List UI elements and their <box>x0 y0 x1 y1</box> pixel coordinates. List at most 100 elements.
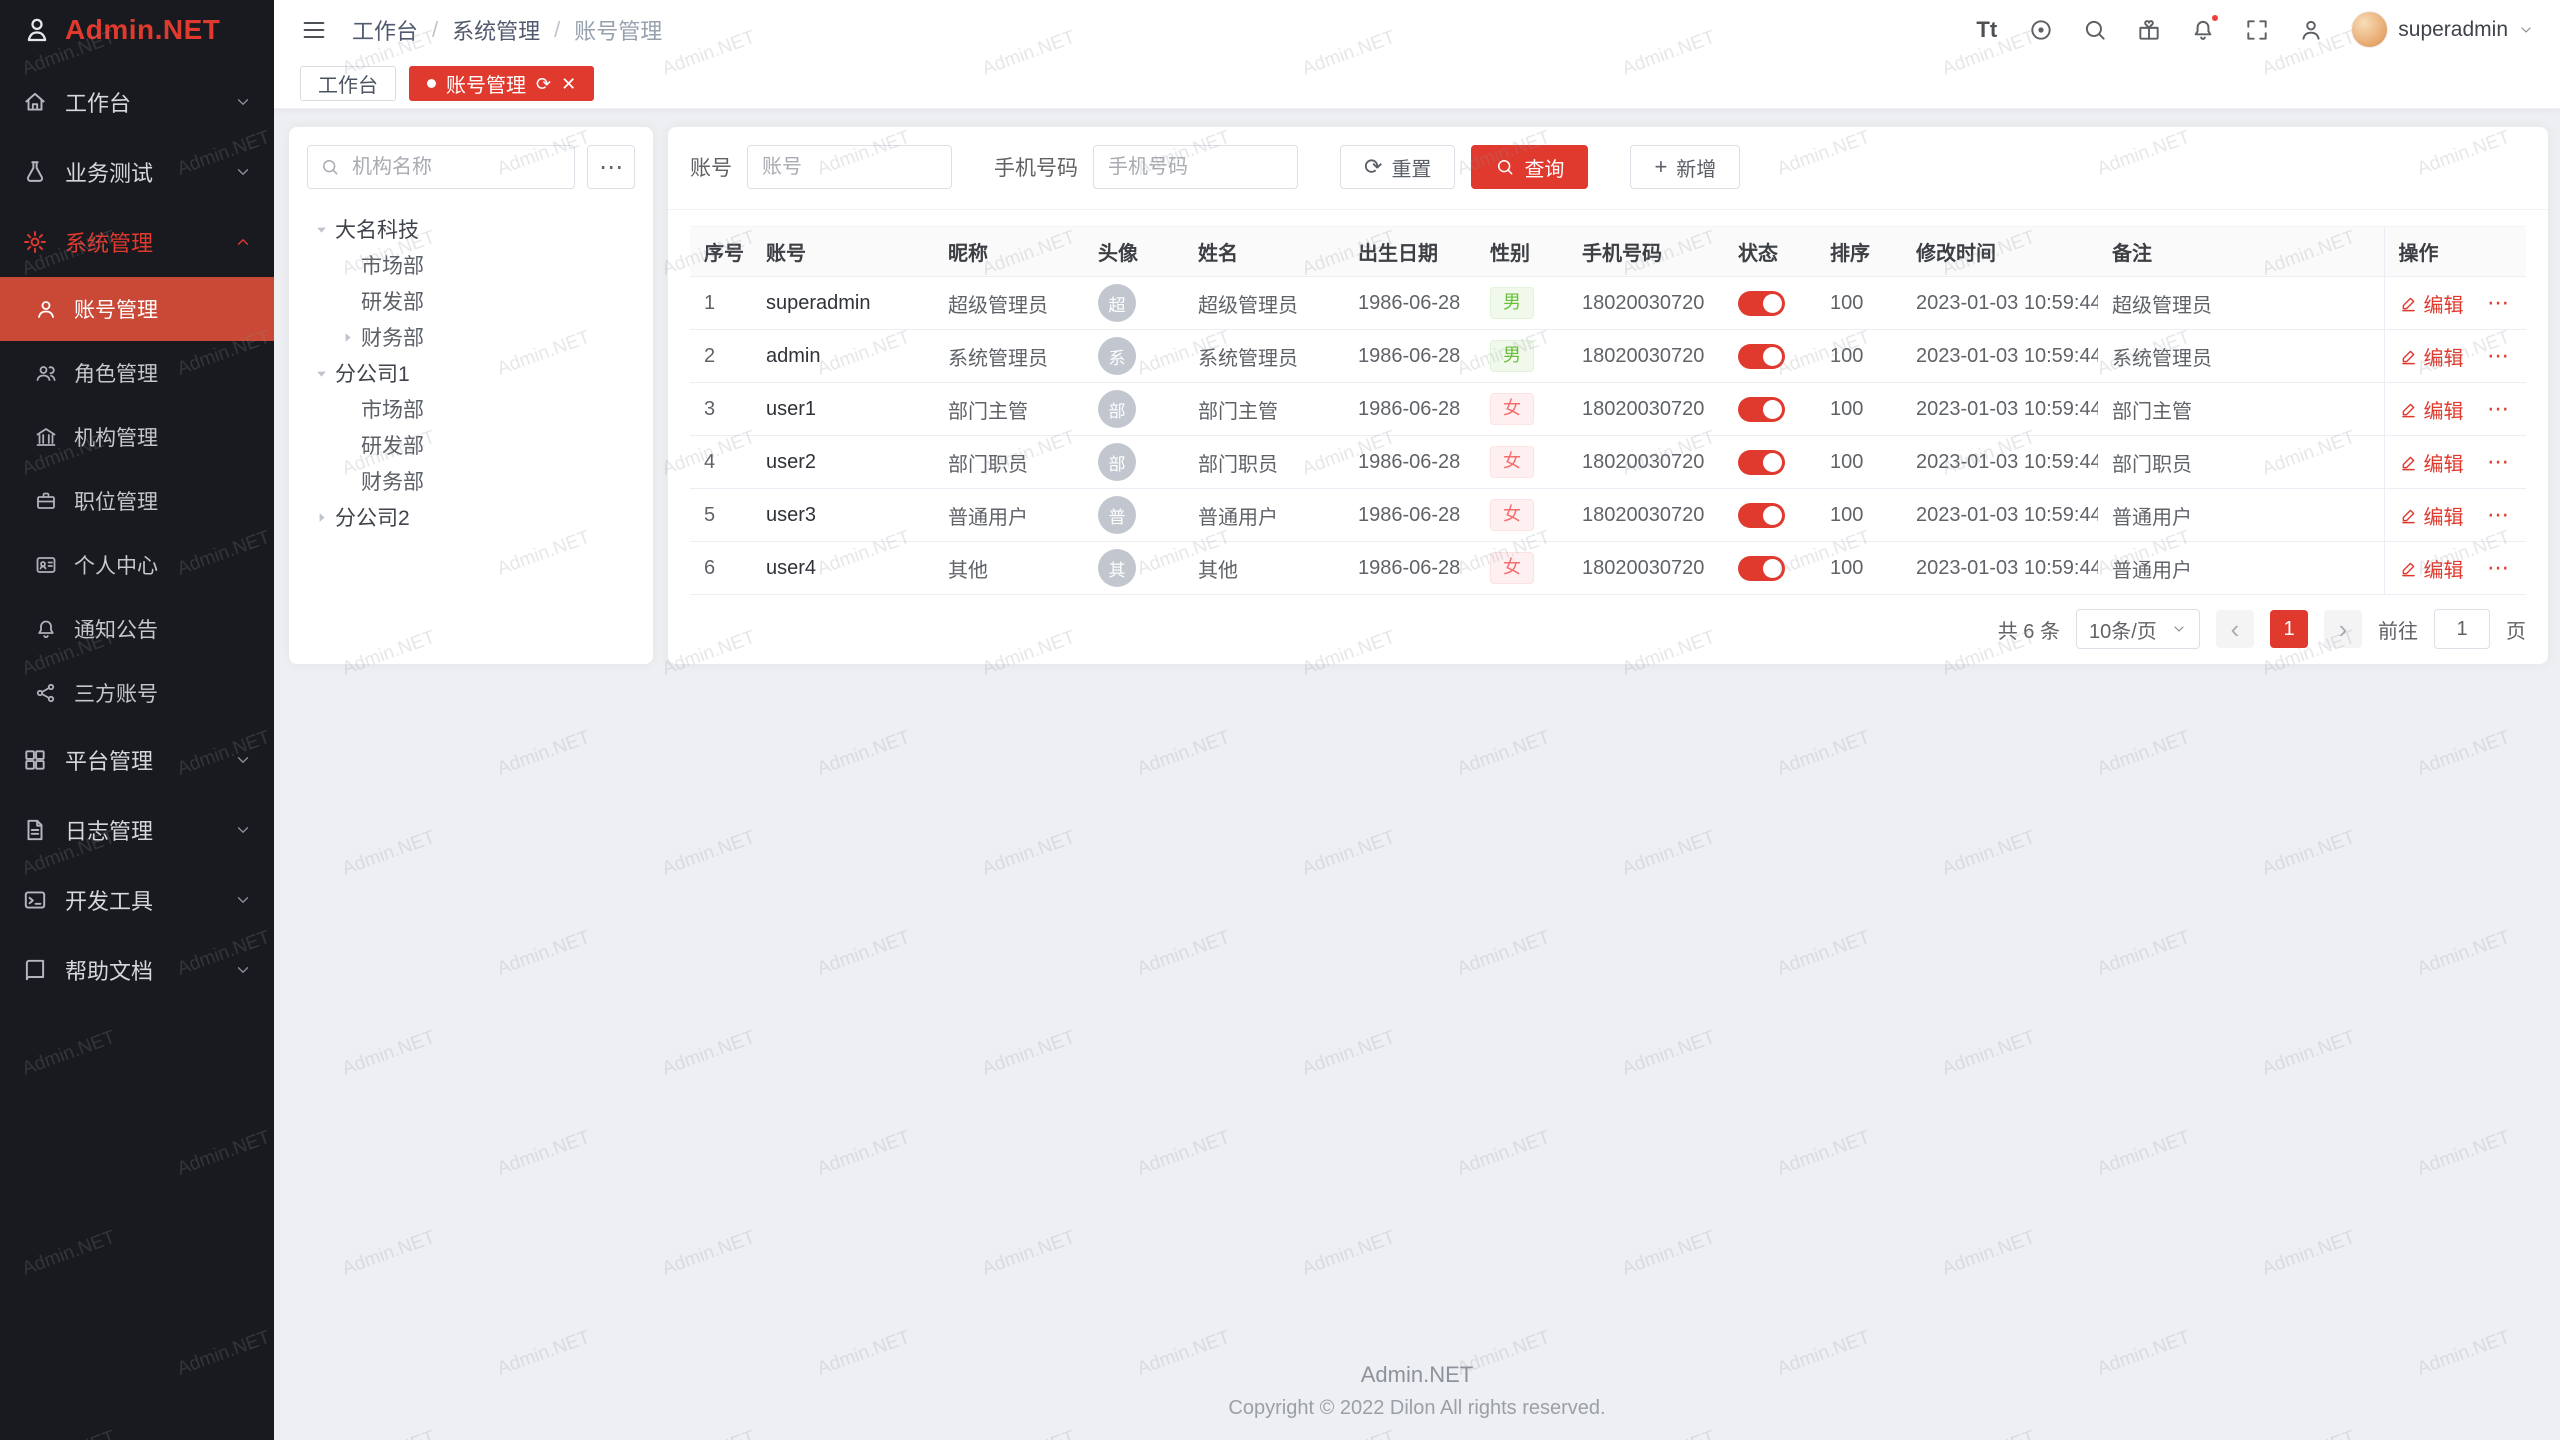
status-toggle[interactable] <box>1738 397 1785 422</box>
edit-button[interactable]: 编辑 <box>2399 395 2464 424</box>
cell-order: 100 <box>1816 436 1902 489</box>
caret-icon[interactable] <box>307 503 335 531</box>
more-actions-button[interactable]: ⋯ <box>2487 449 2511 474</box>
status-toggle[interactable] <box>1738 556 1785 581</box>
avatar: 其 <box>1098 549 1136 587</box>
sidebar-menu: 工作台 业务测试 系统管理 账号管 <box>0 59 274 1440</box>
tree-node[interactable]: 市场部 <box>307 391 635 427</box>
sidebar-item-system[interactable]: 系统管理 <box>0 207 274 277</box>
search-icon <box>1495 157 1515 177</box>
breadcrumb-item[interactable]: 工作台 <box>352 14 418 46</box>
cell-actions: 编辑 ⋯ <box>2384 436 2526 489</box>
edit-button[interactable]: 编辑 <box>2399 501 2464 530</box>
reset-button[interactable]: ⟳ 重置 <box>1340 145 1455 189</box>
toggle-knob <box>1763 294 1782 313</box>
refresh-icon[interactable]: ⟳ <box>536 75 551 93</box>
sidebar-item-business-test[interactable]: 业务测试 <box>0 137 274 207</box>
logo[interactable]: Admin.NET <box>0 0 274 59</box>
more-actions-button[interactable]: ⋯ <box>2487 343 2511 368</box>
breadcrumb-item[interactable]: 系统管理 <box>452 14 540 46</box>
more-actions-button[interactable]: ⋯ <box>2487 502 2511 527</box>
org-more-button[interactable]: ⋯ <box>587 145 635 189</box>
status-toggle[interactable] <box>1738 344 1785 369</box>
chevron-down-icon <box>234 751 252 769</box>
tree-node[interactable]: 分公司2 <box>307 499 635 535</box>
user-menu[interactable]: superadmin <box>2351 11 2534 48</box>
tree-node[interactable]: 大名科技 <box>307 211 635 247</box>
next-page-button[interactable]: › <box>2324 610 2362 648</box>
phone-filter-input[interactable] <box>1093 145 1298 189</box>
search-button[interactable]: 查询 <box>1471 145 1588 189</box>
sidebar-item-label: 系统管理 <box>65 226 234 258</box>
sidebar-item-post-mgmt[interactable]: 职位管理 <box>0 469 274 533</box>
tree-node[interactable]: 财务部 <box>307 463 635 499</box>
sidebar: Admin.NET 工作台 业务测试 系统管 <box>0 0 274 1440</box>
current-page[interactable]: 1 <box>2270 610 2308 648</box>
goto-page-input[interactable] <box>2434 609 2490 649</box>
account-filter-input[interactable] <box>747 145 952 189</box>
sidebar-item-org-mgmt[interactable]: 机构管理 <box>0 405 274 469</box>
tree-node[interactable]: 财务部 <box>307 319 635 355</box>
close-icon[interactable]: ✕ <box>561 75 576 93</box>
gift-icon[interactable] <box>2135 16 2162 43</box>
status-toggle[interactable] <box>1738 503 1785 528</box>
sidebar-item-help-docs[interactable]: 帮助文档 <box>0 935 274 1005</box>
sidebar-item-workbench[interactable]: 工作台 <box>0 67 274 137</box>
chevron-down-icon <box>2171 621 2187 637</box>
tab-workbench[interactable]: 工作台 <box>300 66 396 101</box>
more-actions-button[interactable]: ⋯ <box>2487 555 2511 580</box>
sidebar-item-profile-center[interactable]: 个人中心 <box>0 533 274 597</box>
caret-icon[interactable] <box>307 215 335 243</box>
edit-button[interactable]: 编辑 <box>2399 448 2464 477</box>
sidebar-item-platform[interactable]: 平台管理 <box>0 725 274 795</box>
more-actions-button[interactable]: ⋯ <box>2487 290 2511 315</box>
add-button[interactable]: + 新增 <box>1630 145 1740 189</box>
edit-icon <box>2399 400 2418 419</box>
sidebar-item-devtools[interactable]: 开发工具 <box>0 865 274 935</box>
gender-badge: 女 <box>1490 499 1534 531</box>
breadcrumb-separator: / <box>432 17 438 43</box>
tree-node[interactable]: 市场部 <box>307 247 635 283</box>
status-toggle[interactable] <box>1738 291 1785 316</box>
home-icon <box>22 89 48 115</box>
fullscreen-icon[interactable] <box>2243 16 2270 43</box>
font-size-icon[interactable]: Tt <box>1973 16 2000 43</box>
edit-button[interactable]: 编辑 <box>2399 342 2464 371</box>
org-search-input[interactable] <box>307 145 575 189</box>
person-icon[interactable] <box>2297 16 2324 43</box>
cell-birthday: 1986-06-28 <box>1344 542 1476 595</box>
footer-copyright: Copyright © 2022 Dilon All rights reserv… <box>274 1397 2560 1420</box>
search-icon[interactable] <box>2081 16 2108 43</box>
tabs-bar: 工作台 账号管理 ⟳ ✕ <box>274 59 2560 109</box>
page-size-select[interactable]: 10条/页 <box>2076 609 2200 649</box>
col-modify-time: 修改时间 <box>1902 227 2098 277</box>
tab-account-mgmt[interactable]: 账号管理 ⟳ ✕ <box>409 66 594 101</box>
briefcase-icon <box>34 489 58 513</box>
tree-node[interactable]: 研发部 <box>307 427 635 463</box>
tree-node[interactable]: 研发部 <box>307 283 635 319</box>
status-toggle[interactable] <box>1738 450 1785 475</box>
sidebar-item-notice[interactable]: 通知公告 <box>0 597 274 661</box>
theme-icon[interactable] <box>2027 16 2054 43</box>
edit-button[interactable]: 编辑 <box>2399 289 2464 318</box>
sidebar-item-label: 通知公告 <box>74 614 158 644</box>
sidebar-item-log[interactable]: 日志管理 <box>0 795 274 865</box>
caret-icon[interactable] <box>333 323 361 351</box>
tree-node[interactable]: 分公司1 <box>307 355 635 391</box>
cell-index: 2 <box>690 330 752 383</box>
sidebar-item-third-account[interactable]: 三方账号 <box>0 661 274 725</box>
user-icon <box>34 297 58 321</box>
hamburger-menu-icon[interactable] <box>300 16 328 44</box>
bell-icon[interactable] <box>2189 16 2216 43</box>
cell-gender: 女 <box>1476 436 1568 489</box>
cell-name: 普通用户 <box>1184 489 1344 542</box>
page-footer: Admin.NET Copyright © 2022 Dilon All rig… <box>274 1362 2560 1420</box>
prev-page-button[interactable]: ‹ <box>2216 610 2254 648</box>
sidebar-item-role-mgmt[interactable]: 角色管理 <box>0 341 274 405</box>
sidebar-item-account-mgmt[interactable]: 账号管理 <box>0 277 274 341</box>
table-row: 1 superadmin 超级管理员 超 超级管理员 1986-06-28 男 … <box>690 277 2526 330</box>
more-actions-button[interactable]: ⋯ <box>2487 396 2511 421</box>
edit-button[interactable]: 编辑 <box>2399 554 2464 583</box>
caret-icon[interactable] <box>307 359 335 387</box>
edit-icon <box>2399 506 2418 525</box>
